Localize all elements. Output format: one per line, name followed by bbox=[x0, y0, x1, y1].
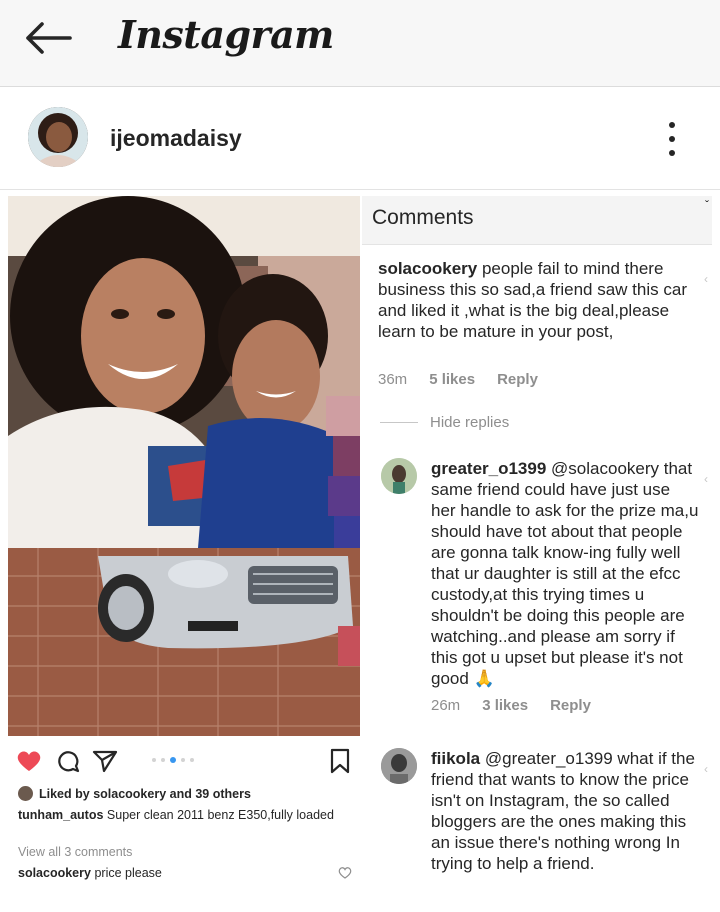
liker-avatar bbox=[18, 786, 33, 801]
comment-like-icon[interactable]: ‹ bbox=[704, 762, 708, 776]
post-header: ijeomadaisy bbox=[0, 87, 720, 190]
paper-plane-icon[interactable] bbox=[92, 748, 118, 774]
caption-text: Super clean 2011 benz E350,fully loaded bbox=[106, 808, 334, 822]
liked-by-user: solacookery bbox=[93, 786, 167, 801]
comment-like-icon[interactable]: ‹ bbox=[704, 272, 708, 286]
commenter-avatar[interactable] bbox=[381, 458, 417, 494]
comment-meta: 36m 5 likes Reply bbox=[378, 371, 538, 388]
comment-item: fiikola @greater_o1399 what if the frien… bbox=[431, 748, 699, 874]
comment-time: 36m bbox=[378, 371, 408, 388]
preview-comment: solacookery price please bbox=[18, 866, 162, 880]
comment-item: solacookery people fail to mind there bu… bbox=[378, 258, 698, 342]
comment-time: 26m bbox=[431, 697, 461, 714]
avatar[interactable] bbox=[28, 107, 88, 167]
comment-like-heart-icon[interactable] bbox=[338, 866, 352, 880]
liked-by-others: 39 others bbox=[195, 786, 251, 801]
comment-username[interactable]: solacookery bbox=[378, 259, 477, 278]
comments-title: Comments bbox=[372, 206, 474, 229]
commenter-avatar[interactable] bbox=[381, 748, 417, 784]
caption-username[interactable]: tunham_autos bbox=[18, 808, 103, 822]
view-all-comments-link[interactable]: View all 3 comments bbox=[18, 845, 132, 859]
comment-username[interactable]: greater_o1399 bbox=[431, 459, 546, 478]
comment-item: greater_o1399 @solacookery that same fri… bbox=[431, 458, 699, 689]
post-image[interactable] bbox=[8, 196, 360, 736]
comments-header: Comments bbox=[362, 196, 712, 245]
likes-summary[interactable]: Liked by solacookery and 39 others bbox=[18, 786, 251, 801]
post-action-bar bbox=[8, 744, 360, 778]
heart-filled-icon[interactable] bbox=[16, 749, 42, 773]
post-caption: tunham_autos Super clean 2011 benz E350,… bbox=[18, 808, 348, 822]
comment-text: @solacookery that same friend could have… bbox=[431, 459, 699, 688]
hide-replies-label: Hide replies bbox=[430, 414, 510, 431]
divider bbox=[380, 422, 418, 423]
preview-comment-text: price please bbox=[94, 866, 162, 880]
comment-username[interactable]: fiikola bbox=[431, 749, 480, 768]
chevron-icon: ˇ bbox=[705, 198, 709, 212]
reply-button[interactable]: Reply bbox=[550, 697, 591, 714]
preview-comment-user[interactable]: solacookery bbox=[18, 866, 91, 880]
comment-likes[interactable]: 5 likes bbox=[429, 371, 475, 388]
top-app-bar: Instagram bbox=[0, 0, 720, 87]
likes-text: Liked by solacookery and 39 others bbox=[39, 786, 251, 801]
carousel-dots bbox=[152, 757, 194, 763]
comment-like-icon[interactable]: ‹ bbox=[704, 472, 708, 486]
comment-likes[interactable]: 3 likes bbox=[482, 697, 528, 714]
comment-meta: 26m 3 likes Reply bbox=[431, 697, 591, 714]
bookmark-icon[interactable] bbox=[330, 748, 350, 774]
comment-bubble-icon[interactable] bbox=[56, 749, 80, 773]
post-username[interactable]: ijeomadaisy bbox=[110, 125, 242, 152]
hide-replies-button[interactable]: Hide replies bbox=[380, 414, 509, 431]
reply-button[interactable]: Reply bbox=[497, 371, 538, 388]
app-title: Instagram bbox=[118, 12, 334, 57]
more-options-icon[interactable] bbox=[660, 119, 684, 159]
back-arrow-icon[interactable] bbox=[22, 20, 74, 56]
